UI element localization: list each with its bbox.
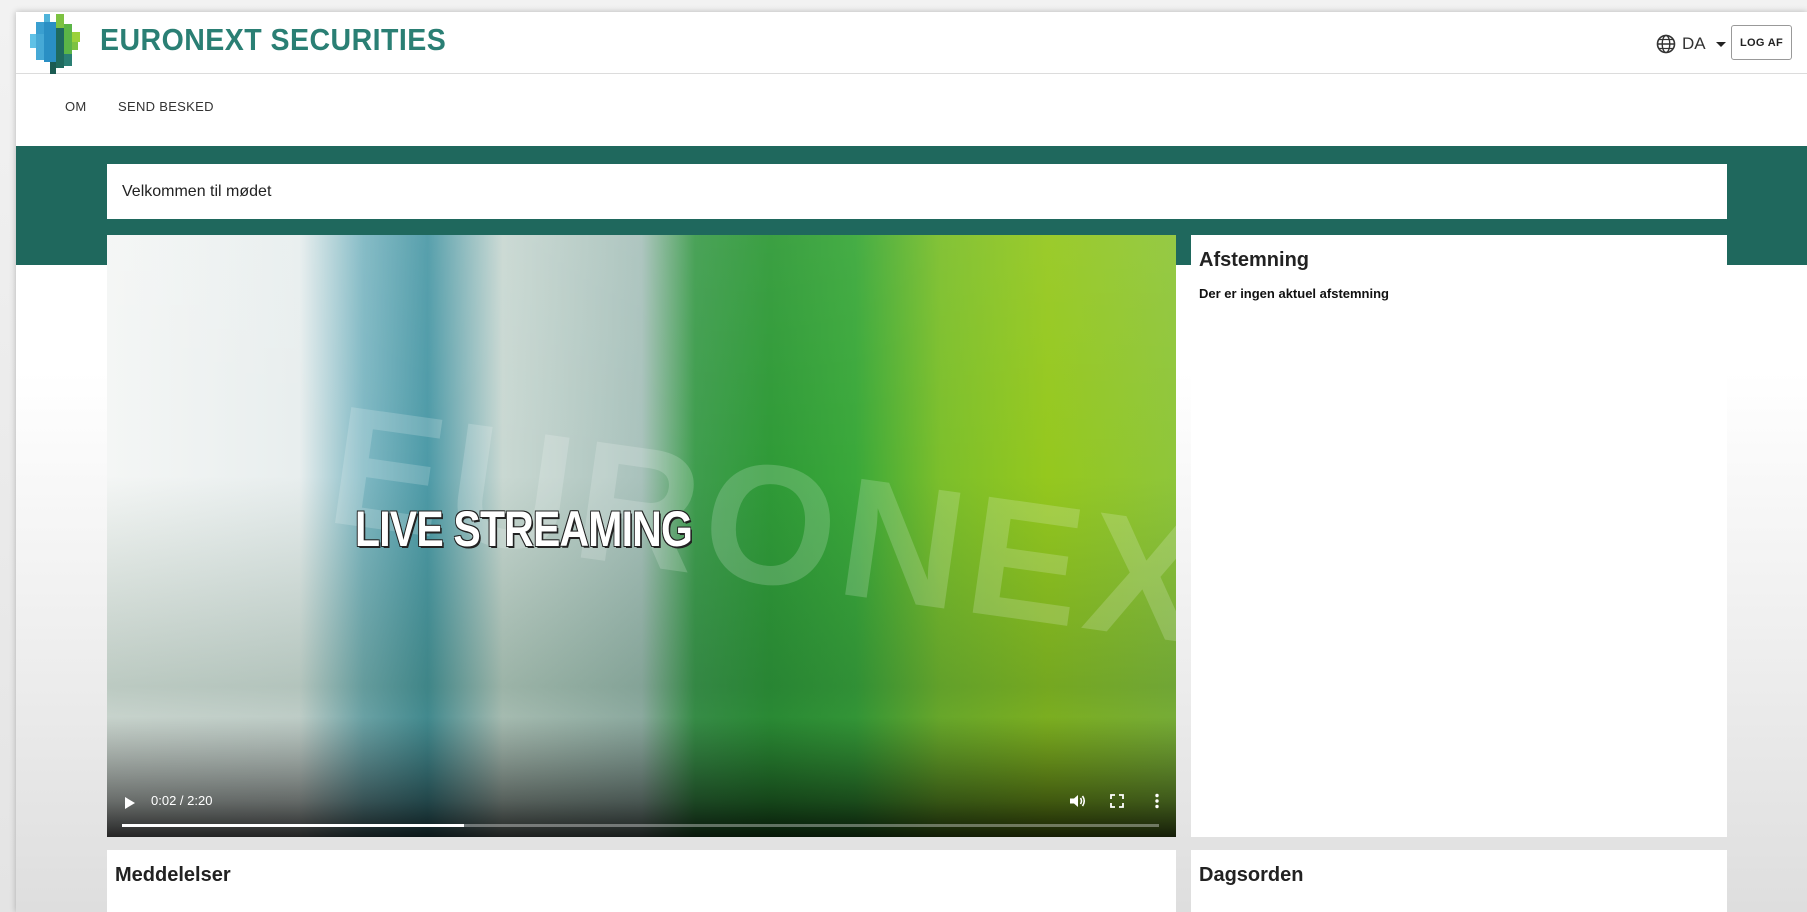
caret-down-icon [1715, 41, 1726, 47]
more-vertical-icon[interactable] [1147, 791, 1167, 816]
top-bar: EURONEXT SECURITIES DA LOG AF [16, 12, 1807, 74]
video-controls: 0:02 / 2:20 [107, 783, 1176, 837]
video-player[interactable]: EURONEXT LIVE STREAMING 0:02 / 2:20 [107, 235, 1176, 837]
video-progress-bar[interactable] [122, 824, 1159, 827]
agenda-panel: Dagsorden [1191, 850, 1727, 912]
brand-name: EURONEXT SECURITIES [100, 22, 447, 57]
welcome-text: Velkommen til mødet [122, 182, 272, 200]
voting-title: Afstemning [1199, 249, 1309, 271]
play-icon[interactable] [125, 797, 135, 809]
page: EURONEXT SECURITIES DA LOG AF OM SEND BE… [16, 12, 1807, 912]
fullscreen-icon[interactable] [1107, 791, 1127, 816]
voting-message: Der er ingen aktuel afstemning [1199, 286, 1389, 301]
nav-item-send-besked[interactable]: SEND BESKED [118, 99, 214, 114]
live-streaming-caption: LIVE STREAMING [355, 501, 693, 557]
announcements-title: Meddelelser [115, 864, 231, 886]
language-label: DA [1682, 34, 1706, 53]
agenda-title: Dagsorden [1199, 864, 1304, 886]
nav-item-om[interactable]: OM [65, 99, 87, 114]
language-selector[interactable]: DA [1656, 29, 1726, 59]
announcements-panel: Meddelelser [107, 850, 1176, 912]
logout-button[interactable]: LOG AF [1731, 25, 1792, 60]
voting-panel: Afstemning Der er ingen aktuel afstemnin… [1191, 235, 1727, 837]
video-progress-fill [122, 824, 465, 827]
video-time: 0:02 / 2:20 [151, 793, 213, 808]
globe-icon [1656, 34, 1676, 54]
volume-icon[interactable] [1067, 791, 1087, 816]
main-nav: OM SEND BESKED [16, 74, 1807, 146]
euronext-logo [30, 14, 80, 74]
welcome-banner: Velkommen til mødet [107, 164, 1727, 219]
